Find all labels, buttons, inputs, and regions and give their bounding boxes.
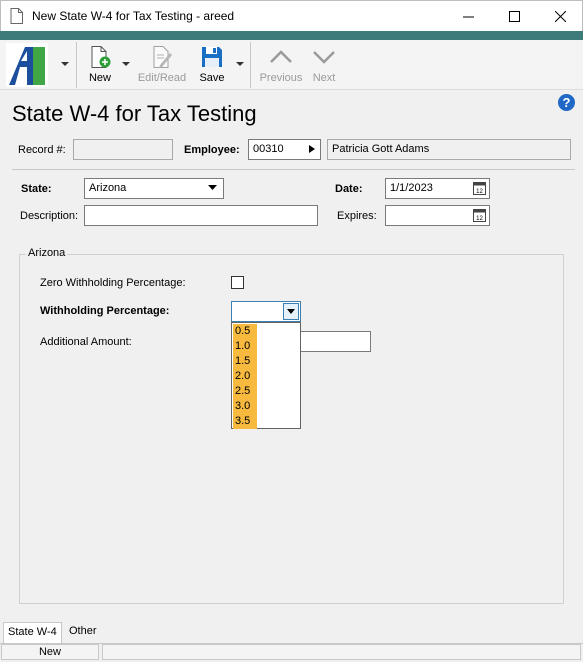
tab-other[interactable]: Other (65, 622, 101, 642)
accent-band (0, 31, 583, 40)
zero-withholding-checkbox[interactable] (231, 276, 244, 289)
new-button[interactable]: New (85, 40, 115, 90)
status-mode: New (1, 644, 99, 660)
save-button-label: Save (199, 72, 225, 84)
new-document-icon (91, 46, 111, 68)
svg-text:12: 12 (476, 189, 483, 195)
description-field[interactable] (84, 205, 318, 226)
zero-withholding-label: Zero Withholding Percentage: (40, 277, 186, 289)
save-menu-chevron-down-icon[interactable] (236, 60, 244, 68)
description-label: Description: (20, 210, 79, 222)
dropdown-option[interactable]: 2.0 (233, 369, 257, 384)
additional-amount-field[interactable] (300, 331, 371, 352)
maximize-icon (508, 10, 520, 22)
help-icon[interactable]: ? (558, 94, 575, 111)
dropdown-option[interactable]: 1.5 (233, 354, 257, 369)
dropdown-option[interactable]: 3.0 (233, 399, 257, 414)
maximize-button[interactable] (491, 1, 537, 31)
status-message (102, 644, 581, 660)
dropdown-option[interactable]: 3.5 (233, 414, 257, 429)
app-logo-icon (6, 43, 48, 87)
date-label: Date: (335, 183, 363, 195)
arizona-group-title: Arizona (26, 247, 68, 259)
new-button-label: New (88, 72, 111, 84)
window-titlebar: New State W-4 for Tax Testing - areed (0, 0, 583, 31)
withholding-dropdown-button[interactable] (283, 303, 299, 320)
record-number-field (73, 139, 173, 160)
chevron-up-icon (270, 50, 292, 63)
previous-button-label: Previous (259, 72, 303, 84)
edit-read-button-label: Edit/Read (137, 72, 187, 84)
toolbar: New Edit/Read Save Previous Next (0, 40, 583, 90)
employee-label: Employee: (184, 144, 240, 156)
logo-menu-chevron-down-icon[interactable] (61, 60, 69, 68)
record-number-label: Record #: (18, 144, 66, 156)
next-button-label: Next (312, 72, 336, 84)
page-title: State W-4 for Tax Testing (12, 101, 257, 126)
state-select-value: Arizona (89, 182, 127, 194)
edit-icon (153, 46, 172, 68)
employee-id-value: 00310 (253, 143, 284, 155)
expires-label: Expires: (337, 210, 377, 222)
dropdown-option[interactable]: 2.5 (233, 384, 257, 399)
window-title: New State W-4 for Tax Testing - areed (32, 9, 235, 23)
additional-amount-label: Additional Amount: (40, 336, 132, 348)
dropdown-option[interactable]: 0.5 (233, 324, 257, 339)
svg-text:12: 12 (476, 216, 483, 222)
new-menu-chevron-down-icon[interactable] (122, 60, 130, 68)
header-divider (12, 169, 575, 170)
close-button[interactable] (537, 1, 583, 31)
save-button[interactable]: Save (197, 40, 227, 90)
withholding-dropdown-list: 0.5 1.0 1.5 2.0 2.5 3.0 3.5 (231, 322, 301, 429)
withholding-chevron-down-icon (287, 309, 295, 314)
state-select[interactable]: Arizona (84, 178, 224, 199)
document-icon (10, 8, 23, 24)
previous-button[interactable]: Previous (258, 40, 304, 90)
tab-state-w4[interactable]: State W-4 (3, 622, 62, 643)
toolbar-divider (250, 42, 251, 88)
date-calendar-icon[interactable]: 12 (473, 181, 486, 195)
app-logo-button[interactable] (6, 43, 48, 87)
expires-calendar-icon[interactable]: 12 (473, 208, 486, 222)
close-icon (554, 10, 566, 22)
employee-name-field: Patricia Gott Adams (327, 139, 571, 160)
minimize-button[interactable] (445, 1, 491, 31)
date-field-value: 1/1/2023 (390, 182, 433, 194)
toolbar-divider (76, 42, 77, 88)
save-disk-icon (202, 47, 222, 67)
chevron-down-icon (313, 51, 335, 64)
withholding-percentage-label: Withholding Percentage: (40, 305, 170, 317)
next-button[interactable]: Next (310, 40, 338, 90)
state-label: State: (21, 183, 52, 195)
employee-lookup-arrow-icon[interactable] (309, 145, 315, 153)
state-chevron-down-icon[interactable] (208, 185, 217, 191)
dropdown-option[interactable]: 1.0 (233, 339, 257, 354)
edit-read-button[interactable]: Edit/Read (137, 40, 187, 90)
minimize-icon (462, 16, 474, 17)
